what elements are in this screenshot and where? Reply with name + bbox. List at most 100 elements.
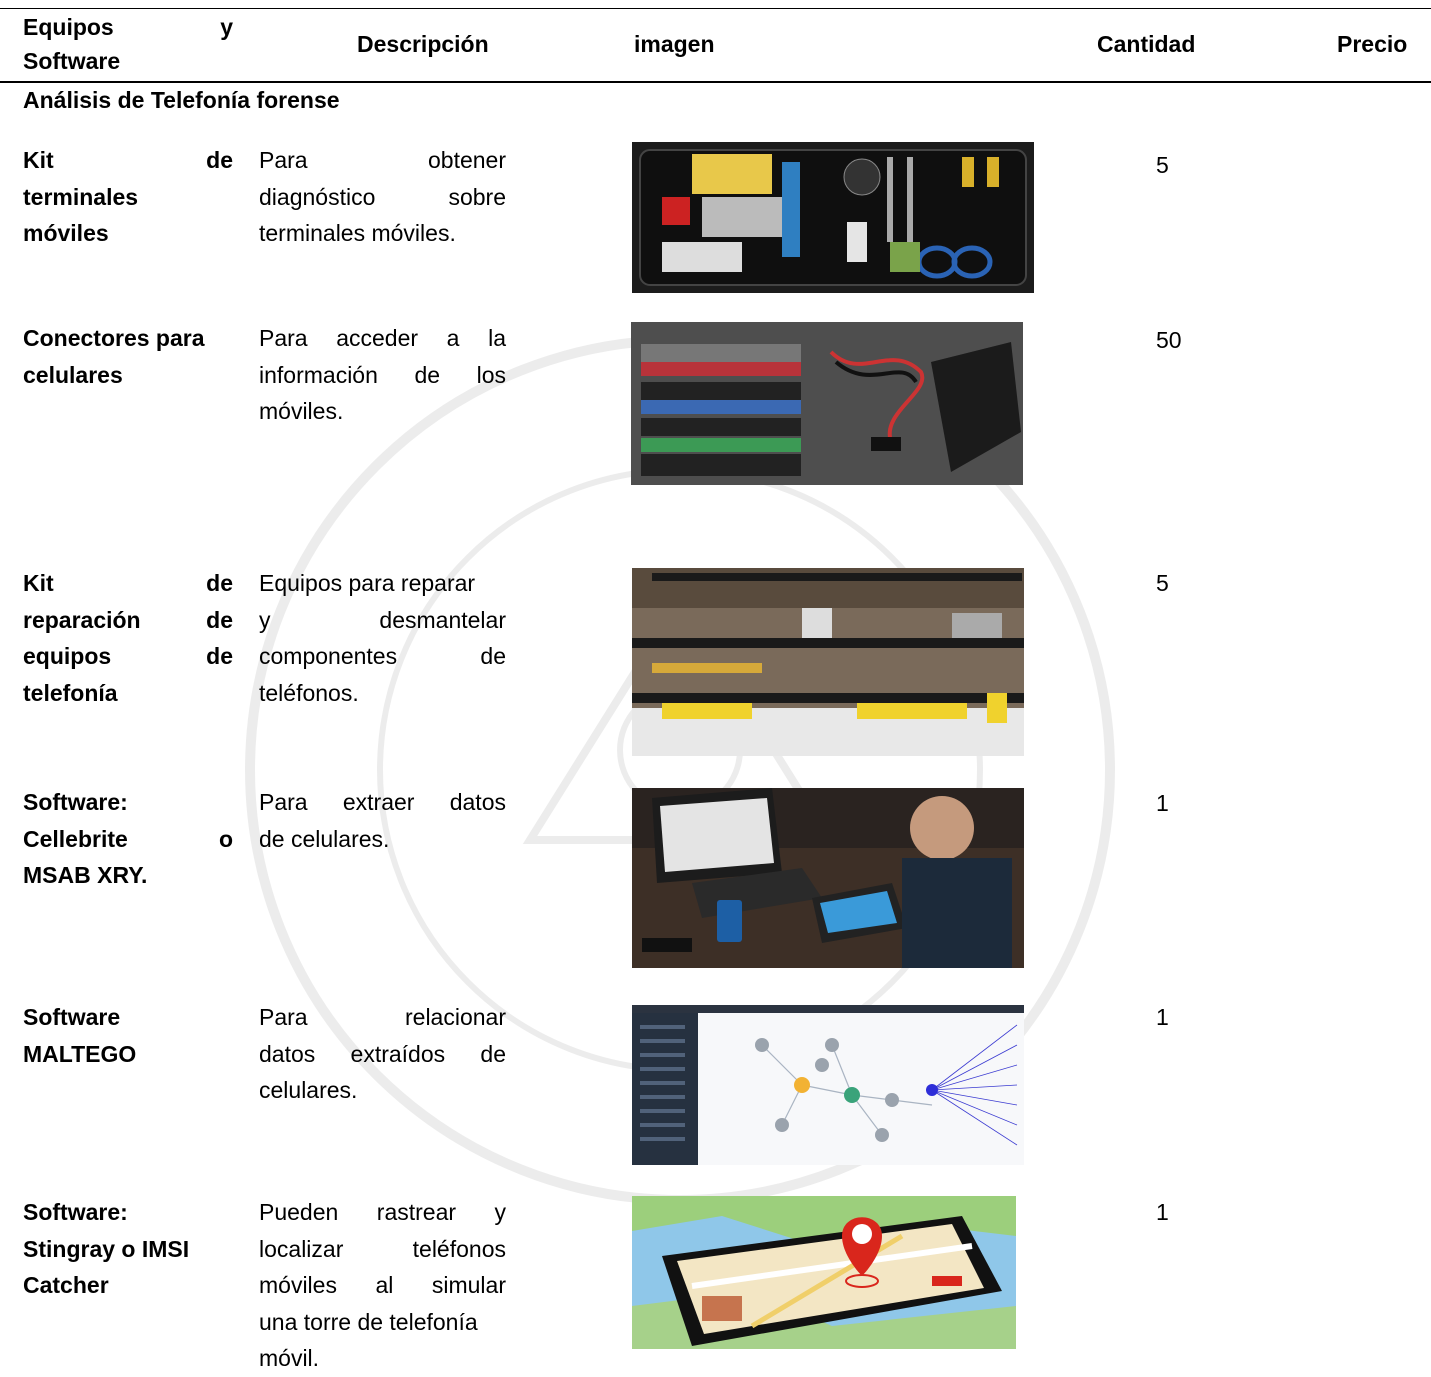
text-word: de bbox=[206, 643, 233, 669]
text-word: rastrear bbox=[376, 1199, 457, 1225]
text-word: extraídos bbox=[350, 1040, 446, 1067]
text-word: MSAB XRY. bbox=[23, 862, 148, 888]
document-page: Equipos y Software Descripción imagen Can… bbox=[0, 0, 1431, 1375]
header-equipos-software: Equipos y Software bbox=[23, 10, 233, 78]
quantity: 5 bbox=[1156, 152, 1169, 178]
text-word: Para bbox=[259, 147, 308, 173]
text-word: terminales bbox=[23, 183, 139, 210]
text-word: a bbox=[446, 325, 460, 351]
text-line: Kit de bbox=[23, 565, 233, 602]
text-word: Software bbox=[23, 1004, 121, 1030]
text-line: de celulares. bbox=[259, 821, 506, 858]
equipment-image bbox=[632, 1196, 1016, 1349]
text-word: Kit bbox=[23, 570, 54, 596]
text-line: móviles bbox=[23, 215, 233, 252]
text-word: móviles bbox=[23, 220, 109, 246]
quantity: 1 bbox=[1156, 1199, 1169, 1225]
quantity: 50 bbox=[1156, 327, 1182, 353]
header-text: Equipos bbox=[23, 14, 114, 40]
header-imagen: imagen bbox=[634, 31, 715, 57]
quantity: 5 bbox=[1156, 570, 1169, 596]
text-word: MALTEGO bbox=[23, 1040, 137, 1067]
text-word: Stingray o IMSI bbox=[23, 1235, 190, 1262]
text-word: los bbox=[476, 361, 506, 388]
text-word: y bbox=[259, 606, 271, 633]
text-word: Cellebrite bbox=[23, 825, 128, 852]
text-line: diagnóstico sobre bbox=[259, 179, 506, 216]
text-word: componentes bbox=[259, 643, 398, 669]
text-word: de bbox=[480, 643, 506, 669]
text-line: móviles. bbox=[259, 393, 506, 430]
text-line: Para obtener bbox=[259, 142, 506, 179]
text-word: datos bbox=[449, 789, 506, 815]
text-word: teléfonos bbox=[412, 1235, 506, 1262]
text-word: la bbox=[488, 325, 506, 351]
header-precio: Precio bbox=[1337, 31, 1408, 57]
text-word: teléfonos. bbox=[259, 679, 359, 706]
text-line: Stingray o IMSI bbox=[23, 1231, 233, 1268]
text-line: Para relacionar bbox=[259, 999, 506, 1036]
equipment-name: Software: Stingray o IMSI Catcher bbox=[23, 1194, 233, 1304]
equipment-description: Equipos para reparar y desmantelar componen… bbox=[259, 565, 506, 711]
equipment-description: Para acceder a la información de los móviles. bbox=[259, 320, 506, 430]
text-word: de bbox=[206, 570, 233, 596]
text-word: telefonía bbox=[23, 679, 118, 706]
text-word: Equipos para reparar bbox=[259, 570, 476, 596]
text-word: una torre de telefonía bbox=[259, 1308, 478, 1335]
text-word: celulares. bbox=[259, 1077, 358, 1103]
text-word: datos bbox=[259, 1040, 316, 1067]
header-text: Software bbox=[23, 48, 121, 74]
text-line: Para acceder a la bbox=[259, 320, 506, 357]
text-word: Para bbox=[259, 789, 308, 815]
text-line: Conectores para bbox=[23, 320, 233, 357]
text-line: Equipos para reparar bbox=[259, 565, 506, 602]
equipment-image bbox=[632, 142, 1034, 293]
text-line: móvil. bbox=[259, 1340, 506, 1377]
text-line: Para extraer datos bbox=[259, 784, 506, 821]
text-word: Conectores para bbox=[23, 325, 205, 351]
text-word: extraer bbox=[342, 789, 415, 815]
text-word: Pueden bbox=[259, 1199, 339, 1225]
text-line: MALTEGO bbox=[23, 1036, 233, 1073]
equipment-name: Conectores para celulares bbox=[23, 320, 233, 393]
equipment-description: Para extraer datos de celulares. bbox=[259, 784, 506, 857]
text-word: reparación bbox=[23, 606, 141, 633]
text-line: componentes de bbox=[259, 638, 506, 675]
text-line: terminales bbox=[23, 179, 233, 216]
text-word: celulares bbox=[23, 361, 123, 388]
text-line: y desmantelar bbox=[259, 602, 506, 639]
text-line: Software: bbox=[23, 1194, 233, 1231]
text-line: Cellebrite o bbox=[23, 821, 233, 858]
text-word: de bbox=[206, 606, 233, 633]
text-line: móviles al simular bbox=[259, 1267, 506, 1304]
table-top-rule bbox=[0, 8, 1431, 9]
text-word: o bbox=[218, 825, 233, 852]
equipment-name: Software: Cellebrite o MSAB XRY. bbox=[23, 784, 233, 894]
text-line: Pueden rastrear y bbox=[259, 1194, 506, 1231]
equipment-image bbox=[631, 322, 1023, 485]
text-word: de bbox=[480, 1040, 506, 1067]
text-word: localizar bbox=[259, 1235, 344, 1262]
text-line: localizar teléfonos bbox=[259, 1231, 506, 1268]
text-line: Catcher bbox=[23, 1267, 233, 1304]
text-word: terminales móviles. bbox=[259, 220, 456, 246]
text-line: MSAB XRY. bbox=[23, 857, 233, 894]
text-line: celulares bbox=[23, 357, 233, 394]
text-word: y bbox=[494, 1199, 507, 1225]
text-word: móviles bbox=[259, 1272, 337, 1298]
text-word: de bbox=[414, 361, 441, 388]
header-text: y bbox=[220, 14, 233, 40]
text-word: móvil. bbox=[259, 1345, 320, 1371]
text-word: al bbox=[375, 1272, 394, 1298]
text-word: Software: bbox=[23, 1199, 128, 1225]
text-line: telefonía bbox=[23, 675, 233, 712]
text-line: terminales móviles. bbox=[259, 215, 506, 252]
text-word: de celulares. bbox=[259, 825, 390, 852]
equipment-description: Para obtener diagnóstico sobre terminales mó… bbox=[259, 142, 506, 252]
text-line: Software: bbox=[23, 784, 233, 821]
text-word: Software: bbox=[23, 789, 128, 815]
text-word: Para bbox=[259, 325, 308, 351]
text-word: Catcher bbox=[23, 1272, 109, 1298]
text-word: equipos bbox=[23, 643, 112, 669]
equipment-description: Pueden rastrear y localizar teléfonos móviles… bbox=[259, 1194, 506, 1377]
